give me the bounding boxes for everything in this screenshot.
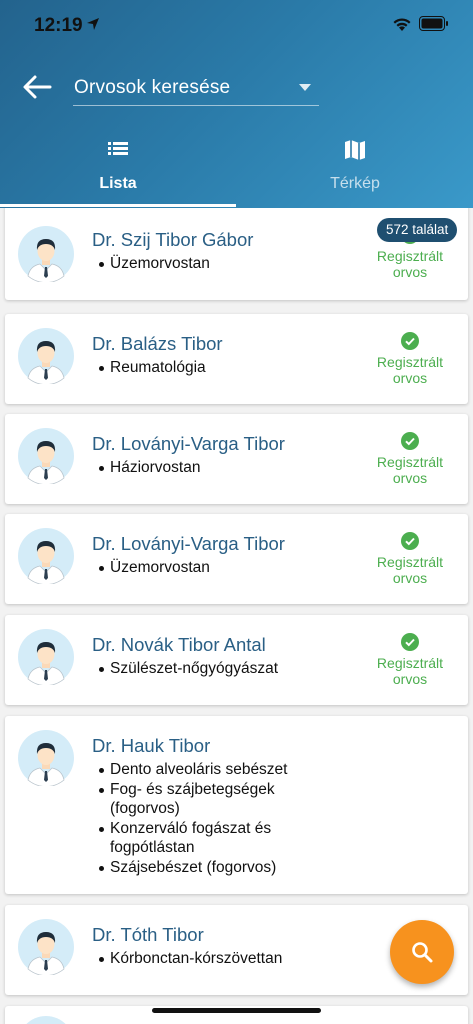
doctor-name: Dr. Balázs Tibor	[92, 333, 223, 354]
tab-terkep[interactable]: Térkép	[237, 130, 473, 208]
map-icon	[345, 140, 365, 160]
chevron-down-icon	[299, 84, 311, 91]
specialty-list: Háziorvostan	[97, 458, 200, 478]
specialty-item: Reumatológia	[97, 358, 206, 378]
result-count-badge: 572 találat	[377, 218, 458, 242]
registered-label: Regisztrált orvos	[376, 454, 444, 486]
specialty-item: Üzemorvostan	[97, 558, 210, 578]
registered-label: Regisztrált orvos	[376, 354, 444, 386]
specialty-item: Konzerváló fogászat és fogpótlástan	[97, 819, 337, 858]
active-tab-indicator	[0, 204, 236, 207]
specialty-list: Dento alveoláris sebészet Fog- és szájbe…	[97, 760, 337, 877]
registered-label: Regisztrált orvos	[376, 554, 444, 586]
specialty-item: Háziorvostan	[97, 458, 200, 478]
specialty-item: Dento alveoláris sebészet	[97, 760, 337, 780]
doctor-name: Dr. Szij Tibor Gábor	[92, 229, 254, 250]
specialty-item: Üzemorvostan	[97, 254, 210, 274]
doctor-avatar-icon	[18, 919, 74, 975]
specialty-item: Szülészet-nőgyógyászat	[97, 659, 278, 679]
list-icon	[108, 142, 128, 155]
registered-label: Regisztrált orvos	[376, 248, 444, 280]
check-circle-icon	[401, 432, 419, 450]
doctor-avatar-icon	[18, 328, 74, 384]
doctor-name: Dr. Loványi-Varga Tibor	[92, 433, 285, 454]
doctor-avatar-icon	[18, 730, 74, 786]
doctor-avatar-icon	[18, 629, 74, 685]
check-circle-icon	[401, 633, 419, 651]
doctor-card[interactable]: Dr. Loványi-Varga Tibor Háziorvostan Reg…	[5, 414, 468, 504]
app-header: 12:19 Orvosok keresése Lista Térkép	[0, 0, 473, 208]
tab-lista[interactable]: Lista	[0, 130, 236, 208]
doctor-name: Dr. Tóth Tibor	[92, 924, 204, 945]
search-type-select[interactable]: Orvosok keresése	[73, 70, 319, 106]
tab-terkep-label: Térkép	[330, 175, 380, 192]
location-arrow-icon	[87, 18, 99, 30]
registered-status: Regisztrált orvos	[364, 633, 456, 687]
search-icon	[412, 942, 433, 963]
doctor-name: Dr. Loványi-Varga Tibor	[92, 533, 285, 554]
doctor-card[interactable]: Dr. Balázs Tibor Reumatológia Regisztrál…	[5, 314, 468, 404]
search-fab-button[interactable]	[390, 920, 454, 984]
specialty-list: Üzemorvostan	[97, 558, 210, 578]
doctor-card[interactable]: Dr. Novák Tibor Antal Szülészet-nőgyógyá…	[5, 615, 468, 705]
doctor-name: Dr. Novák Tibor Antal	[92, 634, 266, 655]
registered-status: Regisztrált orvos	[364, 432, 456, 486]
doctor-card[interactable]: Dr. Hauk Tibor Dento alveoláris sebészet…	[5, 716, 468, 894]
doctor-avatar-icon	[18, 428, 74, 484]
specialty-list: Kórbonctan-kórszövettan	[97, 949, 282, 969]
status-time: 12:19	[34, 15, 83, 36]
tab-lista-label: Lista	[99, 175, 137, 192]
doctor-list[interactable]: Dr. Szij Tibor Gábor Üzemorvostan Regisz…	[0, 208, 473, 1024]
specialty-item: Kórbonctan-kórszövettan	[97, 949, 282, 969]
registered-label: Regisztrált orvos	[376, 655, 444, 687]
doctor-avatar-icon	[18, 226, 74, 282]
wifi-icon	[393, 18, 411, 31]
registered-status: Regisztrált orvos	[364, 532, 456, 586]
doctor-card[interactable]: Dr. Loványi-Varga Tibor Üzemorvostan Reg…	[5, 514, 468, 604]
specialty-list: Reumatológia	[97, 358, 206, 378]
doctor-name: Dr. Hauk Tibor	[92, 735, 211, 756]
status-bar: 12:19	[0, 0, 473, 52]
specialty-list: Üzemorvostan	[97, 254, 210, 274]
check-circle-icon	[401, 532, 419, 550]
registered-status: Regisztrált orvos	[364, 332, 456, 386]
home-indicator	[152, 1008, 321, 1013]
check-circle-icon	[401, 332, 419, 350]
specialty-item: Szájsebészet (fogorvos)	[97, 858, 337, 878]
doctor-avatar-icon	[18, 528, 74, 584]
specialty-item: Fog- és szájbetegségek (fogorvos)	[97, 780, 337, 819]
doctor-avatar-icon	[26, 1016, 66, 1024]
battery-icon	[419, 16, 448, 31]
specialty-list: Szülészet-nőgyógyászat	[97, 659, 278, 679]
search-type-value: Orvosok keresése	[74, 77, 231, 98]
back-arrow-icon[interactable]	[20, 70, 54, 104]
